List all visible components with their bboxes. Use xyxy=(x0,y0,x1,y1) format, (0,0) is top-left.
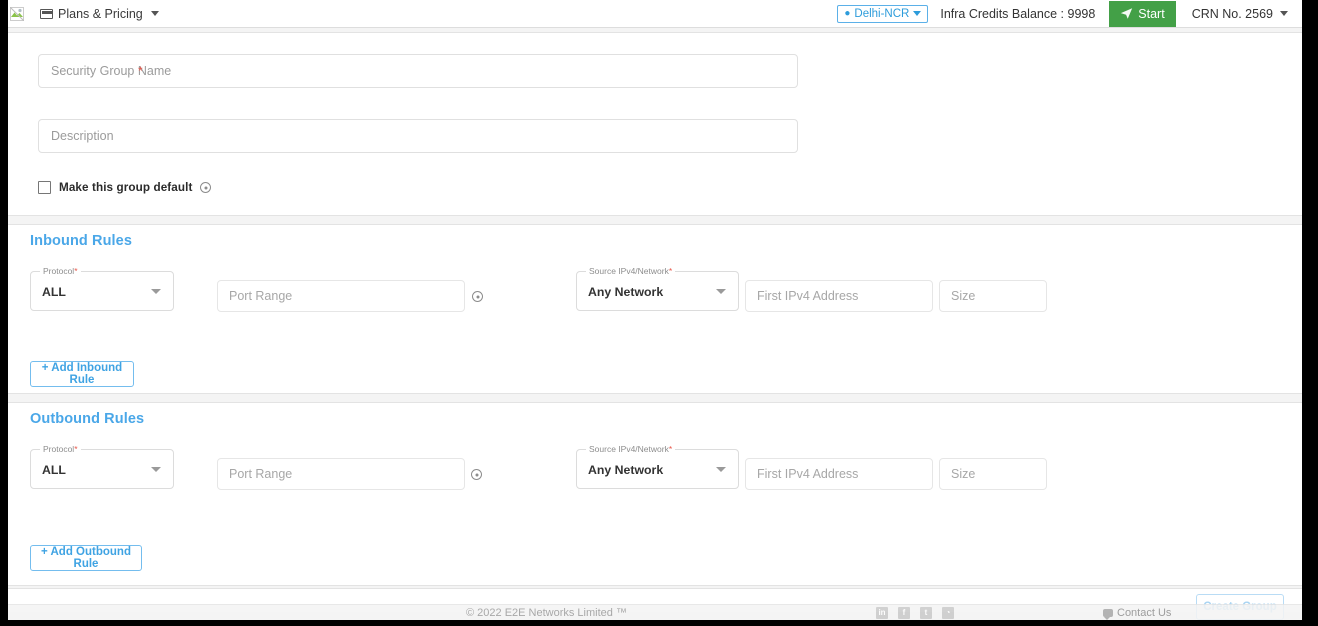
paper-plane-icon xyxy=(1121,8,1133,19)
description-input[interactable] xyxy=(38,119,798,153)
chevron-down-icon xyxy=(151,289,161,294)
outbound-protocol-select[interactable]: Protocol* ALL xyxy=(30,443,174,489)
inbound-size-input[interactable] xyxy=(939,280,1047,312)
security-group-name-field-wrap: * xyxy=(38,54,798,88)
chat-icon xyxy=(1103,608,1113,620)
chevron-down-icon xyxy=(150,11,159,16)
region-label: Delhi-NCR xyxy=(854,7,910,20)
page-footer: © 2022 E2E Networks Limited ™ in f t ◔ C… xyxy=(8,604,1302,620)
chevron-down-icon xyxy=(1280,11,1288,16)
screenshot-frame: Plans & Pricing ● Delhi-NCR Infra Credit… xyxy=(0,0,1318,626)
outbound-rules-panel: Outbound Rules Protocol* ALL Source IPv4… xyxy=(8,402,1302,586)
region-selector[interactable]: ● Delhi-NCR xyxy=(837,4,929,23)
outbound-source-select[interactable]: Source IPv4/Network* Any Network xyxy=(576,443,739,489)
security-group-name-input[interactable] xyxy=(38,54,798,88)
add-inbound-rule-button[interactable]: + Add Inbound Rule xyxy=(30,361,134,387)
nav-plans-and-pricing[interactable]: Plans & Pricing xyxy=(36,7,163,21)
outbound-size-input[interactable] xyxy=(939,458,1047,490)
inbound-rules-title: Inbound Rules xyxy=(30,233,132,249)
infra-credits-balance: Infra Credits Balance : 9998 xyxy=(940,6,1096,21)
topbar-right-group: ● Delhi-NCR Infra Credits Balance : 9998… xyxy=(837,0,1302,28)
add-outbound-rule-button[interactable]: + Add Outbound Rule xyxy=(30,545,142,571)
chevron-down-icon xyxy=(151,467,161,472)
inbound-first-ipv4-input[interactable] xyxy=(745,280,933,312)
outbound-port-range-info-icon[interactable] xyxy=(471,469,482,480)
top-navbar: Plans & Pricing ● Delhi-NCR Infra Credit… xyxy=(8,0,1302,28)
outbound-source-label: Source IPv4/Network* xyxy=(586,443,676,455)
start-button[interactable]: Start xyxy=(1109,0,1176,27)
inbound-protocol-value: ALL xyxy=(42,285,66,299)
security-group-basic-panel: * Make this group default xyxy=(8,32,1302,216)
inbound-port-range-info-icon[interactable] xyxy=(472,291,483,302)
frame-bottom-strip xyxy=(0,620,1318,626)
outbound-first-ipv4-input[interactable] xyxy=(745,458,933,490)
inbound-source-label: Source IPv4/Network* xyxy=(586,265,676,277)
browser-viewport: Plans & Pricing ● Delhi-NCR Infra Credit… xyxy=(8,0,1302,620)
crn-selector[interactable]: CRN No. 2569 xyxy=(1192,7,1288,21)
outbound-port-range-input[interactable] xyxy=(217,458,465,490)
chevron-down-icon xyxy=(913,11,922,16)
outbound-source-value: Any Network xyxy=(588,463,664,477)
chevron-down-icon xyxy=(716,289,726,294)
make-default-row: Make this group default xyxy=(38,181,212,194)
facebook-icon[interactable]: f xyxy=(898,606,910,619)
footer-social-links: in f t ◔ xyxy=(876,606,954,619)
start-button-label: Start xyxy=(1138,6,1165,21)
info-icon[interactable] xyxy=(200,182,212,193)
inbound-rules-panel: Inbound Rules Protocol* ALL Source IPv4/… xyxy=(8,224,1302,394)
footer-copyright: © 2022 E2E Networks Limited ™ xyxy=(466,606,627,619)
location-pin-icon: ● xyxy=(844,7,851,19)
inbound-source-select[interactable]: Source IPv4/Network* Any Network xyxy=(576,265,739,311)
make-default-label: Make this group default xyxy=(59,181,193,194)
plans-icon xyxy=(40,8,53,19)
rss-icon[interactable]: ◔ xyxy=(942,606,954,619)
outbound-protocol-value: ALL xyxy=(42,463,66,477)
twitter-icon[interactable]: t xyxy=(920,606,932,619)
contact-us-link[interactable]: Contact Us xyxy=(1103,606,1172,620)
contact-us-label: Contact Us xyxy=(1117,606,1172,619)
broken-image-logo-icon xyxy=(10,6,24,21)
linkedin-icon[interactable]: in xyxy=(876,606,888,619)
outbound-rules-title: Outbound Rules xyxy=(30,411,145,427)
crn-label: CRN No. 2569 xyxy=(1191,6,1273,21)
outbound-protocol-label: Protocol* xyxy=(40,443,81,455)
inbound-protocol-select[interactable]: Protocol* ALL xyxy=(30,265,174,311)
inbound-source-value: Any Network xyxy=(588,285,664,299)
chevron-down-icon xyxy=(716,467,726,472)
nav-plans-and-pricing-label: Plans & Pricing xyxy=(58,6,143,21)
inbound-protocol-label: Protocol* xyxy=(40,265,81,277)
inbound-port-range-input[interactable] xyxy=(217,280,465,312)
make-default-checkbox[interactable] xyxy=(38,181,51,194)
